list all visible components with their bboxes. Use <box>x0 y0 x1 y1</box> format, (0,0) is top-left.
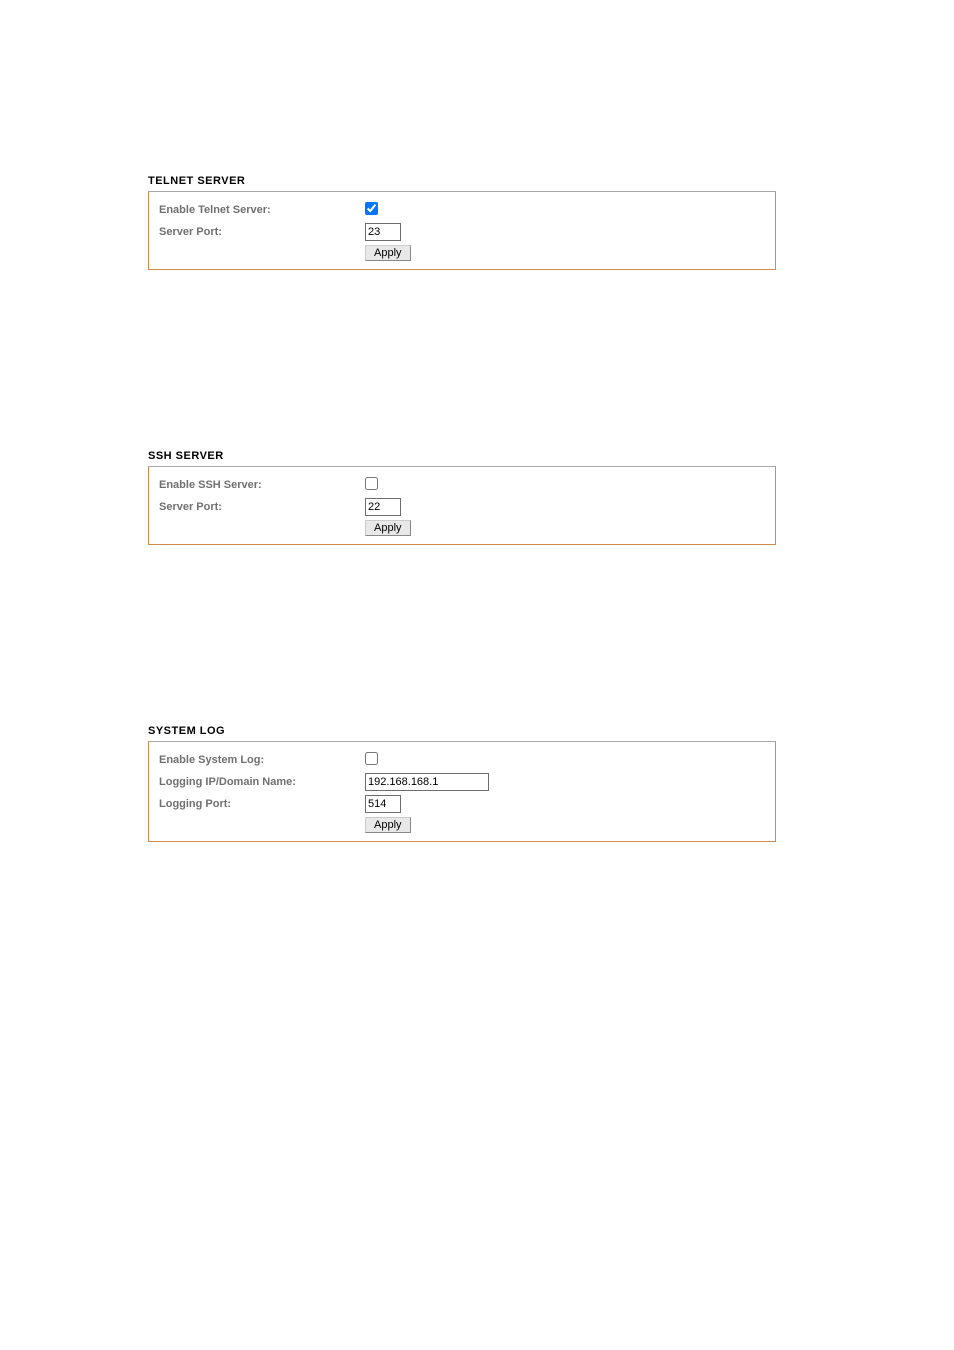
telnet-enable-checkbox[interactable] <box>365 202 378 215</box>
telnet-section-title: TELNET SERVER <box>148 175 776 192</box>
syslog-section-box: Enable System Log: Logging IP/Domain Nam… <box>148 742 776 842</box>
ssh-apply-button[interactable]: Apply <box>365 520 411 536</box>
syslog-section-title: SYSTEM LOG <box>148 725 776 742</box>
ssh-enable-checkbox[interactable] <box>365 477 378 490</box>
ssh-port-input[interactable] <box>365 498 401 516</box>
ssh-section-title: SSH SERVER <box>148 450 776 467</box>
syslog-ip-input[interactable] <box>365 773 489 791</box>
system-log-section: SYSTEM LOG Enable System Log: Logging IP… <box>148 725 776 842</box>
telnet-port-input[interactable] <box>365 223 401 241</box>
telnet-port-label: Server Port: <box>159 226 365 238</box>
ssh-server-section: SSH SERVER Enable SSH Server: Server Por… <box>148 450 776 545</box>
syslog-port-label: Logging Port: <box>159 798 365 810</box>
syslog-port-input[interactable] <box>365 795 401 813</box>
ssh-enable-label: Enable SSH Server: <box>159 479 365 491</box>
telnet-enable-label: Enable Telnet Server: <box>159 204 365 216</box>
telnet-section-box: Enable Telnet Server: Server Port: Apply <box>148 192 776 270</box>
syslog-ip-label: Logging IP/Domain Name: <box>159 776 365 788</box>
ssh-port-label: Server Port: <box>159 501 365 513</box>
syslog-apply-button[interactable]: Apply <box>365 817 411 833</box>
telnet-server-section: TELNET SERVER Enable Telnet Server: Serv… <box>148 175 776 270</box>
syslog-enable-label: Enable System Log: <box>159 754 365 766</box>
ssh-section-box: Enable SSH Server: Server Port: Apply <box>148 467 776 545</box>
telnet-apply-button[interactable]: Apply <box>365 245 411 261</box>
syslog-enable-checkbox[interactable] <box>365 752 378 765</box>
